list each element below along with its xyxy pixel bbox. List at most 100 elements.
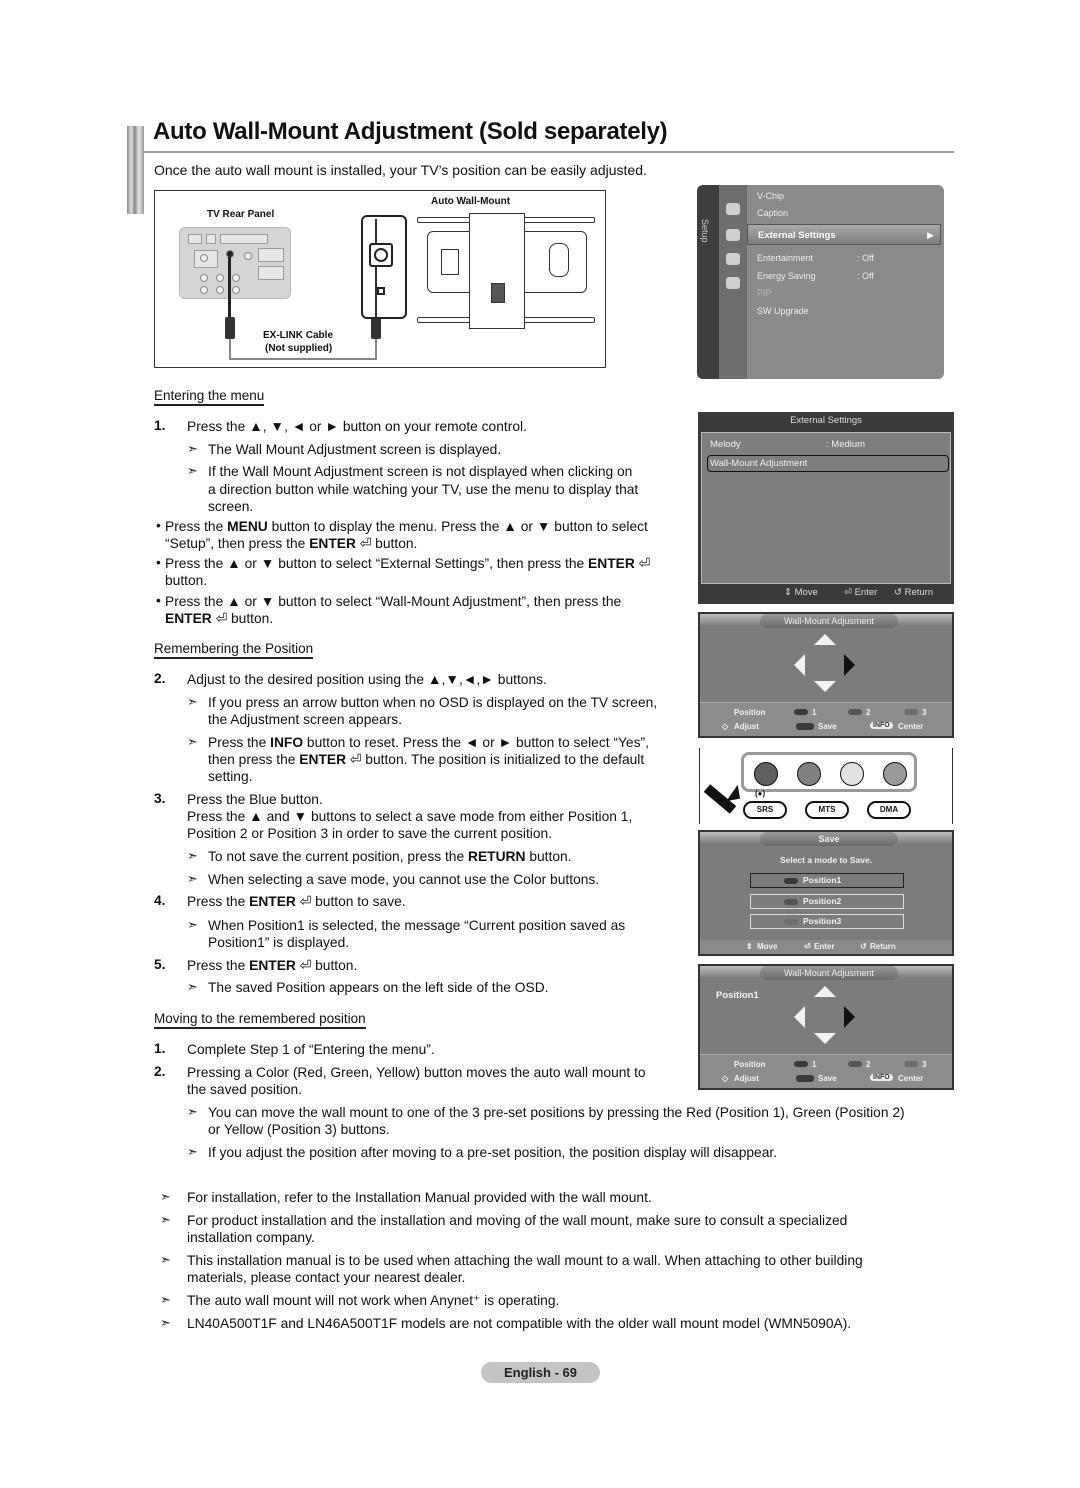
step-text: Press the ENTER ⏎ button to save. [187, 894, 406, 909]
note-text: If the Wall Mount Adjustment screen is n… [208, 464, 633, 479]
note-text: a direction button while watching your T… [208, 482, 639, 497]
osd-title: Save [760, 832, 898, 846]
position3-color-icon [904, 709, 918, 715]
save-option-position2[interactable]: Position2 [750, 894, 904, 909]
osd-title: Wall-Mount Adjusment [760, 614, 898, 628]
step-number: 2. [154, 1064, 166, 1079]
section-heading-entering: Entering the menu [154, 388, 265, 406]
red-button[interactable] [754, 762, 778, 786]
general-note: For product installation and the install… [187, 1213, 848, 1228]
step-text: Press the ▲ and ▼ buttons to select a sa… [187, 809, 633, 824]
menu-item-vchip[interactable]: V-Chip [757, 191, 784, 201]
saved-position-label: Position1 [716, 990, 759, 1001]
step-number: 1. [154, 1041, 166, 1056]
note-arrow-icon: ➣ [187, 871, 198, 886]
enter-hint: Enter [814, 942, 835, 951]
yellow-button[interactable] [840, 762, 864, 786]
mts-button[interactable]: MTS [805, 801, 849, 819]
rear-panel-label: TV Rear Panel [207, 209, 275, 220]
bullet-text: button. [165, 573, 208, 588]
wall-mount-adjustment-label: Wall-Mount Adjustment [710, 458, 808, 469]
section-heading-moving: Moving to the remembered position [154, 1011, 366, 1029]
menu-item-caption[interactable]: Caption [757, 208, 788, 218]
setup-gear-icon [726, 229, 740, 241]
position-label: Position [734, 1060, 766, 1069]
note-arrow-icon: ➣ [160, 1315, 171, 1330]
menu-item-pip: PIP [757, 288, 772, 298]
general-note: For installation, refer to the Installat… [187, 1190, 652, 1205]
left-arrow-icon[interactable] [794, 1006, 805, 1028]
note-arrow-icon: ➣ [187, 734, 198, 749]
option-label: Position2 [803, 896, 842, 906]
header-side-bar [127, 126, 144, 214]
page-title: Auto Wall-Mount Adjustment (Sold separat… [153, 118, 668, 145]
save-option-position3[interactable]: Position3 [750, 914, 904, 929]
up-arrow-icon[interactable] [814, 634, 836, 645]
right-arrow-icon[interactable] [844, 654, 855, 676]
note-text: then press the ENTER ⏎ button. The posit… [208, 752, 645, 767]
adjust-label: Adjust [734, 722, 759, 731]
bullet-icon: • [156, 518, 161, 533]
right-arrow-icon[interactable] [844, 1006, 855, 1028]
cable-plug-left [225, 317, 235, 339]
bullet-text: Press the ▲ or ▼ button to select “Exter… [165, 556, 651, 571]
down-arrow-icon[interactable] [814, 681, 836, 692]
dma-button[interactable]: DMA [867, 801, 911, 819]
picture-icon [726, 203, 740, 215]
general-note: The auto wall mount will not work when A… [187, 1293, 560, 1308]
step-number: 2. [154, 671, 166, 686]
adjust-label: Adjust [734, 1074, 759, 1083]
cable-segment [228, 257, 231, 317]
left-arrow-icon[interactable] [794, 654, 805, 676]
wall-mount-image [417, 213, 595, 329]
intro-text: Once the auto wall mount is installed, y… [154, 162, 647, 178]
note-arrow-icon: ➣ [187, 917, 198, 932]
step-text: Position 2 or Position 3 in order to sav… [187, 826, 553, 841]
menu-item-entertainment[interactable]: Entertainment [757, 253, 813, 263]
note-text: The saved Position appears on the left s… [208, 980, 549, 995]
step-text: Press the ENTER ⏎ button. [187, 958, 358, 973]
note-arrow-icon: ➣ [187, 979, 198, 994]
wall-mount-label: Auto Wall-Mount [431, 196, 511, 207]
green-button[interactable] [797, 762, 821, 786]
position1-color-icon [794, 709, 808, 715]
note-text: If you press an arrow button when no OSD… [208, 695, 658, 710]
note-text: Press the INFO button to reset. Press th… [208, 735, 649, 750]
up-arrow-icon[interactable] [814, 986, 836, 997]
menu-item-energy-saving[interactable]: Energy Saving [757, 271, 816, 281]
menu-item-external-settings[interactable]: External Settings ▶ [747, 224, 941, 245]
note-text: Position1” is displayed. [208, 935, 350, 950]
option-label: Position1 [803, 875, 842, 885]
step-text: Complete Step 1 of “Entering the menu”. [187, 1042, 435, 1057]
osd-pane: Melody : Medium Wall-Mount Adjustment [701, 432, 951, 584]
down-arrow-icon[interactable] [814, 1033, 836, 1044]
page-number: English - 69 [481, 1362, 600, 1383]
srs-button[interactable]: SRS [743, 801, 787, 819]
note-arrow-icon: ➣ [160, 1212, 171, 1227]
step-text: Pressing a Color (Red, Green, Yellow) bu… [187, 1065, 646, 1080]
general-note: This installation manual is to be used w… [187, 1253, 863, 1268]
energy-saving-value: : Off [857, 271, 874, 281]
info-button-icon: INFO [870, 722, 893, 729]
position2-color-icon [848, 709, 862, 715]
mount-port-zoom [361, 215, 407, 319]
enter-icon: ⏎ [804, 942, 811, 951]
save-blue-icon [796, 1075, 814, 1082]
note-text: When Position1 is selected, the message … [208, 918, 626, 933]
note-arrow-icon: ➣ [187, 441, 198, 456]
save-option-position1[interactable]: Position1 [750, 873, 904, 888]
wall-mount-adjust-osd-saved: Wall-Mount Adjusment Position1 Position … [698, 964, 954, 1090]
osd-footer: ⇕ Move ⏎ Enter ↺ Return [700, 940, 952, 954]
general-note: installation company. [187, 1230, 315, 1245]
osd-title: Wall-Mount Adjusment [760, 966, 898, 980]
bullet-text: Press the ▲ or ▼ button to select “Wall-… [165, 594, 622, 609]
application-icon [726, 277, 740, 289]
note-text: When selecting a save mode, you cannot u… [208, 872, 600, 887]
move-icon: ⇕ [746, 942, 753, 951]
menu-item-sw-upgrade[interactable]: SW Upgrade [757, 306, 809, 316]
blue-button[interactable] [883, 762, 907, 786]
note-text: setting. [208, 769, 253, 784]
setup-tab[interactable]: Setup [697, 185, 719, 379]
note-text: The Wall Mount Adjustment screen is disp… [208, 442, 502, 457]
menu-item-melody[interactable]: Melody [710, 439, 741, 450]
